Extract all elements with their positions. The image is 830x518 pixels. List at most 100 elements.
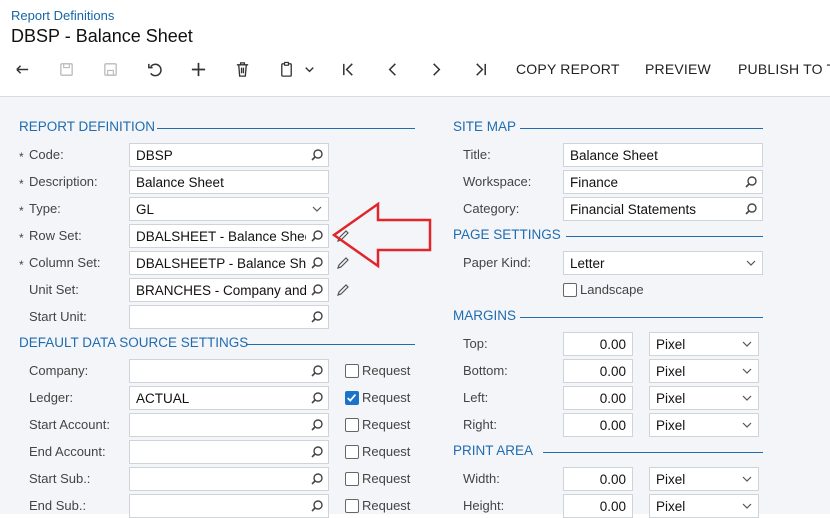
start-account-request-checkbox[interactable] xyxy=(345,418,359,432)
copy-report-button[interactable]: COPY REPORT xyxy=(516,61,620,77)
search-icon[interactable] xyxy=(310,364,324,378)
chevron-down-icon[interactable] xyxy=(744,256,758,270)
start-sub-request-checkbox[interactable] xyxy=(345,472,359,486)
left-margin-unit-select[interactable]: Pixel xyxy=(649,386,759,410)
required-marker: * xyxy=(19,258,24,272)
page-settings-heading: PAGE SETTINGS xyxy=(453,227,561,242)
page-header: Report Definitions DBSP - Balance Sheet … xyxy=(0,0,830,96)
code-field[interactable]: DBSP xyxy=(129,143,329,167)
form-area: REPORT DEFINITION * Code: DBSP * Descrip… xyxy=(0,96,830,518)
search-icon[interactable] xyxy=(310,472,324,486)
bottom-margin-unit-select[interactable]: Pixel xyxy=(649,359,759,383)
undo-icon[interactable] xyxy=(143,58,165,80)
left-margin-input[interactable]: 0.00 xyxy=(563,386,633,410)
search-icon[interactable] xyxy=(310,310,324,324)
site-title-field[interactable]: Balance Sheet xyxy=(563,143,763,167)
end-sub-request-checkbox[interactable] xyxy=(345,499,359,513)
description-label: Description: xyxy=(29,174,98,189)
row-set-field[interactable]: DBALSHEET - Balance Shee xyxy=(129,224,329,248)
chevron-down-icon[interactable] xyxy=(310,202,324,216)
search-icon[interactable] xyxy=(744,202,758,216)
paste-icon[interactable] xyxy=(275,58,297,80)
previous-record-icon[interactable] xyxy=(381,58,403,80)
delete-icon[interactable] xyxy=(231,58,253,80)
search-icon[interactable] xyxy=(310,499,324,513)
edit-pencil-icon[interactable] xyxy=(336,283,350,297)
request-label: Request xyxy=(362,363,411,378)
back-icon[interactable] xyxy=(11,58,33,80)
type-select[interactable]: GL xyxy=(129,197,329,221)
search-icon[interactable] xyxy=(310,229,324,243)
chevron-down-icon[interactable] xyxy=(740,337,754,351)
save-icon[interactable] xyxy=(99,58,121,80)
preview-button[interactable]: PREVIEW xyxy=(645,61,711,77)
ledger-field[interactable]: ACTUAL xyxy=(129,386,329,410)
chevron-down-icon[interactable] xyxy=(300,58,318,80)
left-margin-label: Left: xyxy=(463,390,489,405)
landscape-checkbox[interactable] xyxy=(563,283,577,297)
start-account-field[interactable] xyxy=(129,413,329,437)
section-divider xyxy=(520,128,763,129)
chevron-down-icon[interactable] xyxy=(740,472,754,486)
unit-set-label: Unit Set: xyxy=(29,282,79,297)
section-divider xyxy=(543,452,763,453)
company-field[interactable] xyxy=(129,359,329,383)
end-account-field[interactable] xyxy=(129,440,329,464)
width-unit-select[interactable]: Pixel xyxy=(649,467,759,491)
top-margin-unit-select[interactable]: Pixel xyxy=(649,332,759,356)
width-input[interactable]: 0.00 xyxy=(563,467,633,491)
chevron-down-icon[interactable] xyxy=(740,364,754,378)
paper-kind-label: Paper Kind: xyxy=(463,255,531,270)
end-account-label: End Account: xyxy=(29,444,106,459)
add-icon[interactable] xyxy=(187,58,209,80)
company-request-checkbox[interactable] xyxy=(345,364,359,378)
chevron-down-icon[interactable] xyxy=(740,418,754,432)
search-icon[interactable] xyxy=(310,418,324,432)
site-map-heading: SITE MAP xyxy=(453,119,517,134)
save-close-icon[interactable] xyxy=(55,58,77,80)
end-sub-field[interactable] xyxy=(129,494,329,518)
search-icon[interactable] xyxy=(310,391,324,405)
chevron-down-icon[interactable] xyxy=(740,499,754,513)
height-unit-select[interactable]: Pixel xyxy=(649,494,759,518)
unit-set-field[interactable]: BRANCHES - Company and I xyxy=(129,278,329,302)
start-unit-label: Start Unit: xyxy=(29,309,87,324)
next-record-icon[interactable] xyxy=(425,58,447,80)
publish-button[interactable]: PUBLISH TO T xyxy=(738,61,830,77)
start-unit-field[interactable] xyxy=(129,305,329,329)
paper-kind-select[interactable]: Letter xyxy=(563,251,763,275)
required-marker: * xyxy=(19,150,24,164)
request-label: Request xyxy=(362,498,411,513)
workspace-field[interactable]: Finance xyxy=(563,170,763,194)
column-set-field[interactable]: DBALSHEETP - Balance She xyxy=(129,251,329,275)
title-label: Title: xyxy=(463,147,491,162)
right-margin-unit-select[interactable]: Pixel xyxy=(649,413,759,437)
search-icon[interactable] xyxy=(744,175,758,189)
category-field[interactable]: Financial Statements xyxy=(563,197,763,221)
first-record-icon[interactable] xyxy=(337,58,359,80)
right-margin-input[interactable]: 0.00 xyxy=(563,413,633,437)
ledger-request-checkbox[interactable] xyxy=(345,391,359,405)
end-account-request-checkbox[interactable] xyxy=(345,445,359,459)
chevron-down-icon[interactable] xyxy=(740,391,754,405)
breadcrumb[interactable]: Report Definitions xyxy=(11,8,114,23)
height-input[interactable]: 0.00 xyxy=(563,494,633,518)
top-margin-input[interactable]: 0.00 xyxy=(563,332,633,356)
search-icon[interactable] xyxy=(310,445,324,459)
last-record-icon[interactable] xyxy=(469,58,491,80)
search-icon[interactable] xyxy=(310,256,324,270)
start-sub-field[interactable] xyxy=(129,467,329,491)
bottom-margin-input[interactable]: 0.00 xyxy=(563,359,633,383)
data-source-heading: DEFAULT DATA SOURCE SETTINGS xyxy=(19,335,249,350)
ledger-label: Ledger: xyxy=(29,390,74,405)
end-sub-label: End Sub.: xyxy=(29,498,87,513)
workspace-label: Workspace: xyxy=(463,174,532,189)
search-icon[interactable] xyxy=(310,283,324,297)
search-icon[interactable] xyxy=(310,148,324,162)
section-divider xyxy=(520,317,763,318)
code-label: Code: xyxy=(29,147,64,162)
request-label: Request xyxy=(362,444,411,459)
description-field[interactable]: Balance Sheet xyxy=(129,170,329,194)
required-marker: * xyxy=(19,231,24,245)
request-label: Request xyxy=(362,471,411,486)
